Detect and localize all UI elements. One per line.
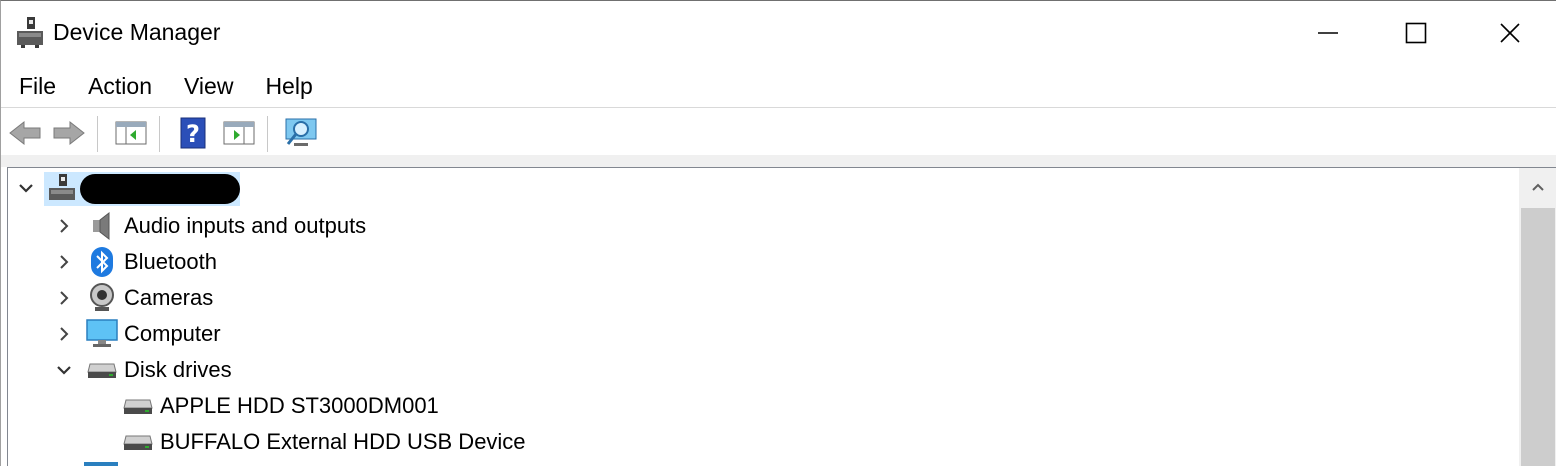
maximize-icon — [1405, 22, 1427, 44]
menu-file[interactable]: File — [9, 65, 66, 107]
tree-item-bluetooth[interactable]: Bluetooth — [52, 244, 217, 280]
scrollbar-thumb[interactable] — [1521, 208, 1555, 466]
forward-icon — [53, 120, 85, 146]
vertical-scrollbar[interactable] — [1519, 167, 1556, 466]
chevron-right-icon[interactable] — [52, 250, 76, 274]
device-manager-window: Device Manager File Action View Help ? A… — [0, 0, 1556, 466]
close-button[interactable] — [1463, 1, 1556, 65]
scan-hardware-button[interactable] — [283, 116, 319, 150]
next-category-icon-partial — [84, 462, 118, 466]
properties-pane-button[interactable] — [221, 116, 257, 150]
chevron-down-icon[interactable] — [52, 358, 76, 382]
webcam-icon — [86, 282, 118, 314]
help-icon: ? — [180, 117, 206, 149]
device-tree: Audio inputs and outputs Bluetooth Camer… — [7, 167, 1519, 466]
properties-pane-icon — [223, 121, 255, 145]
toolbar-separator — [97, 116, 98, 152]
toolbar-tree-gap — [1, 155, 1556, 167]
minimize-icon — [1318, 32, 1338, 34]
scroll-up-button[interactable] — [1519, 168, 1556, 206]
disk-drive-icon — [122, 426, 154, 458]
bluetooth-icon — [86, 246, 118, 278]
tree-item-buffalo-hdd[interactable]: BUFFALO External HDD USB Device — [122, 424, 526, 460]
device-manager-app-icon — [15, 15, 45, 49]
show-hide-console-tree-icon — [115, 121, 147, 145]
monitor-icon — [86, 318, 118, 350]
back-button[interactable] — [7, 116, 43, 150]
tree-item-computer[interactable]: Computer — [52, 316, 221, 352]
close-icon — [1500, 23, 1520, 43]
toolbar: ? — [1, 107, 1556, 155]
chevron-right-icon[interactable] — [52, 214, 76, 238]
menu-view[interactable]: View — [174, 65, 243, 107]
menu-bar: File Action View Help — [1, 65, 1556, 107]
chevron-down-icon[interactable] — [14, 176, 38, 200]
toolbar-separator — [159, 116, 160, 152]
computer-node-icon — [46, 172, 78, 204]
back-icon — [9, 120, 41, 146]
menu-action[interactable]: Action — [78, 65, 162, 107]
forward-button[interactable] — [51, 116, 87, 150]
speaker-icon — [86, 210, 118, 242]
minimize-button[interactable] — [1281, 1, 1375, 65]
tree-item-label: BUFFALO External HDD USB Device — [160, 429, 526, 454]
help-button[interactable]: ? — [175, 116, 211, 150]
maximize-button[interactable] — [1369, 1, 1463, 65]
tree-item-apple-hdd[interactable]: APPLE HDD ST3000DM001 — [122, 388, 439, 424]
tree-item-label: Cameras — [124, 285, 214, 310]
disk-drive-icon — [86, 354, 118, 386]
tree-item-label: Disk drives — [124, 357, 232, 382]
redacted-computer-name — [80, 174, 240, 204]
show-hide-console-tree-button[interactable] — [113, 116, 149, 150]
tree-item-cameras[interactable]: Cameras — [52, 280, 213, 316]
menu-help[interactable]: Help — [255, 65, 322, 107]
chevron-right-icon[interactable] — [52, 322, 76, 346]
tree-item-label: Audio inputs and outputs — [124, 213, 367, 238]
tree-item-label: Computer — [124, 321, 221, 346]
tree-item-audio[interactable]: Audio inputs and outputs — [52, 208, 366, 244]
tree-item-label: Bluetooth — [124, 249, 217, 274]
chevron-right-icon[interactable] — [52, 286, 76, 310]
toolbar-separator — [267, 116, 268, 152]
title-bar: Device Manager — [1, 1, 1556, 65]
tree-root[interactable] — [14, 170, 84, 206]
chevron-up-icon — [1532, 183, 1544, 191]
window-title: Device Manager — [53, 19, 221, 45]
scan-hardware-icon — [285, 118, 317, 146]
tree-item-label: APPLE HDD ST3000DM001 — [160, 393, 439, 418]
tree-item-disk-drives[interactable]: Disk drives — [52, 352, 232, 388]
svg-text:?: ? — [186, 120, 200, 148]
disk-drive-icon — [122, 390, 154, 422]
